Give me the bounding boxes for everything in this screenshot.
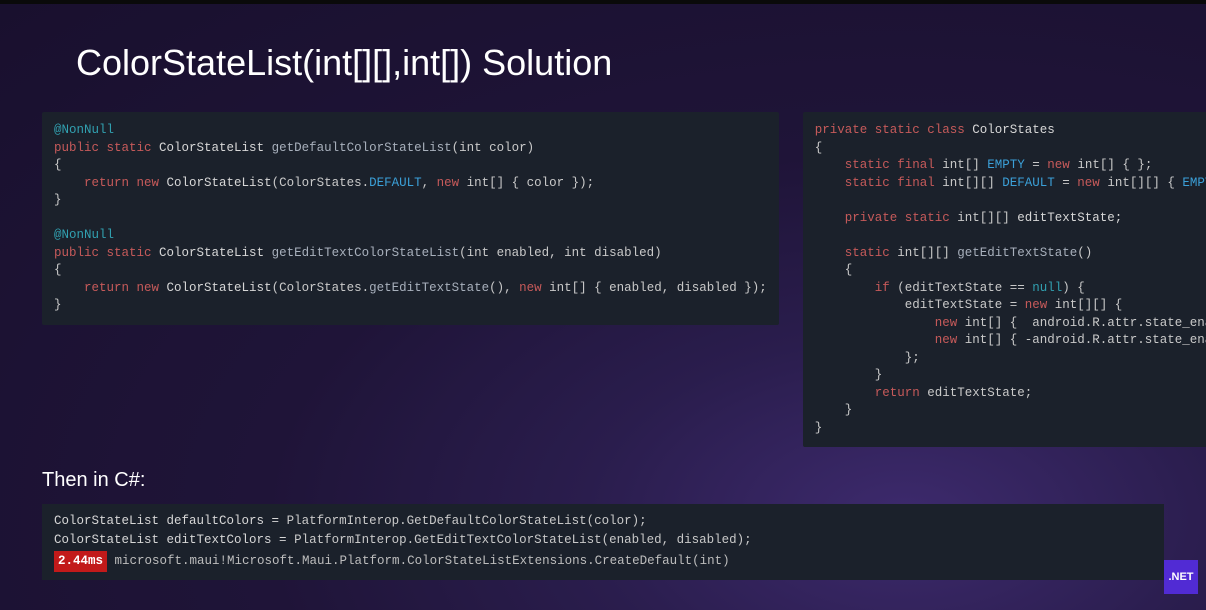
fn: getEditTextColorStateList (272, 246, 460, 260)
fn: getDefaultColorStateList (272, 141, 452, 155)
call: PlatformInterop.GetEditTextColorStateLis… (294, 533, 752, 547)
type: int[][] (935, 176, 1003, 190)
const: EMPTY (1182, 176, 1206, 190)
annotation: @NonNull (54, 228, 114, 242)
tail: editTextState; (920, 386, 1033, 400)
brace: } (815, 421, 823, 435)
dotnet-text: .NET (1168, 571, 1193, 583)
type: ColorStateList (167, 176, 272, 190)
tail: int[][] { (1047, 298, 1122, 312)
brace: } (54, 193, 62, 207)
cond: (editTextState == (890, 281, 1033, 295)
subheading: Then in C#: (42, 469, 1164, 492)
lhs: editTextState = (815, 298, 1025, 312)
csharp-code: ColorStateList defaultColors = PlatformI… (42, 504, 1164, 580)
brace: } (54, 298, 62, 312)
kw: private static (845, 211, 950, 225)
brace: } (815, 403, 853, 417)
brace: { (815, 141, 823, 155)
brace: }; (815, 351, 920, 365)
type: ColorStateList (54, 533, 159, 547)
kw: private static class (815, 123, 965, 137)
const: DEFAULT (1002, 176, 1055, 190)
kw: new (519, 281, 542, 295)
brace: } (815, 368, 883, 382)
kw: new (1077, 176, 1100, 190)
timing-label: microsoft.maui!Microsoft.Maui.Platform.C… (107, 554, 730, 568)
kw: return new (84, 281, 159, 295)
const: EMPTY (987, 158, 1025, 172)
type: ColorStateList (54, 514, 159, 528)
fn: getEditTextState (957, 246, 1077, 260)
kw: return (875, 386, 920, 400)
page-title: ColorStateList(int[][],int[]) Solution (42, 42, 1164, 84)
ident: editTextColors = (159, 533, 294, 547)
kw: static final (845, 176, 935, 190)
ident: defaultColors = (159, 514, 287, 528)
const: DEFAULT (369, 176, 422, 190)
tail: int[] { -android.R.attr.state_enabled }, (957, 333, 1206, 347)
annotation: @NonNull (54, 123, 114, 137)
kw: new (1025, 298, 1048, 312)
right-column: private static class ColorStates { stati… (803, 112, 1206, 447)
kw: public static (54, 246, 152, 260)
kw: public static (54, 141, 152, 155)
java-code-left: @NonNull public static ColorStateList ge… (42, 112, 779, 325)
brace: { (54, 263, 62, 277)
call: PlatformInterop.GetDefaultColorStateList… (287, 514, 647, 528)
type: int[][] (950, 211, 1018, 225)
tail: int[] { enabled, disabled }); (542, 281, 767, 295)
null: null (1032, 281, 1062, 295)
type: ColorStateList (167, 281, 272, 295)
end: ) { (1062, 281, 1085, 295)
params: (int enabled, int disabled) (459, 246, 662, 260)
kw: return new (84, 176, 159, 190)
tail: () (1077, 246, 1092, 260)
punc: , (422, 176, 437, 190)
brace: { (54, 158, 62, 172)
left-column: @NonNull public static ColorStateList ge… (42, 112, 779, 325)
tail: int[] { color }); (459, 176, 594, 190)
kw: new (935, 316, 958, 330)
tail: int[] { }; (1070, 158, 1153, 172)
java-code-right: private static class ColorStates { stati… (803, 112, 1206, 447)
eq: = (1055, 176, 1078, 190)
code-columns: @NonNull public static ColorStateList ge… (42, 112, 1164, 447)
brace: { (815, 263, 853, 277)
type: int[][] (890, 246, 958, 260)
kw: if (875, 281, 890, 295)
fn: getEditTextState (369, 281, 489, 295)
kw: new (935, 333, 958, 347)
slide-content: ColorStateList(int[][],int[]) Solution @… (0, 42, 1206, 580)
punc: (ColorStates. (272, 176, 370, 190)
timing-badge: 2.44ms (54, 551, 107, 572)
kw: static (845, 246, 890, 260)
ident: editTextState; (1017, 211, 1122, 225)
top-bar (0, 0, 1206, 4)
type: ColorStateList (159, 246, 264, 260)
params: (int color) (452, 141, 535, 155)
eq: = (1025, 158, 1048, 172)
kw: new (1047, 158, 1070, 172)
type: int[] (935, 158, 988, 172)
tail: int[] { android.R.attr.state_enabled }, (957, 316, 1206, 330)
type: ColorStateList (159, 141, 264, 155)
punc: (), (489, 281, 519, 295)
kw: static final (845, 158, 935, 172)
kw: new (437, 176, 460, 190)
tail: int[][] { (1100, 176, 1183, 190)
dotnet-logo-badge: .NET (1164, 560, 1198, 594)
punc: (ColorStates. (272, 281, 370, 295)
classname: ColorStates (972, 123, 1055, 137)
